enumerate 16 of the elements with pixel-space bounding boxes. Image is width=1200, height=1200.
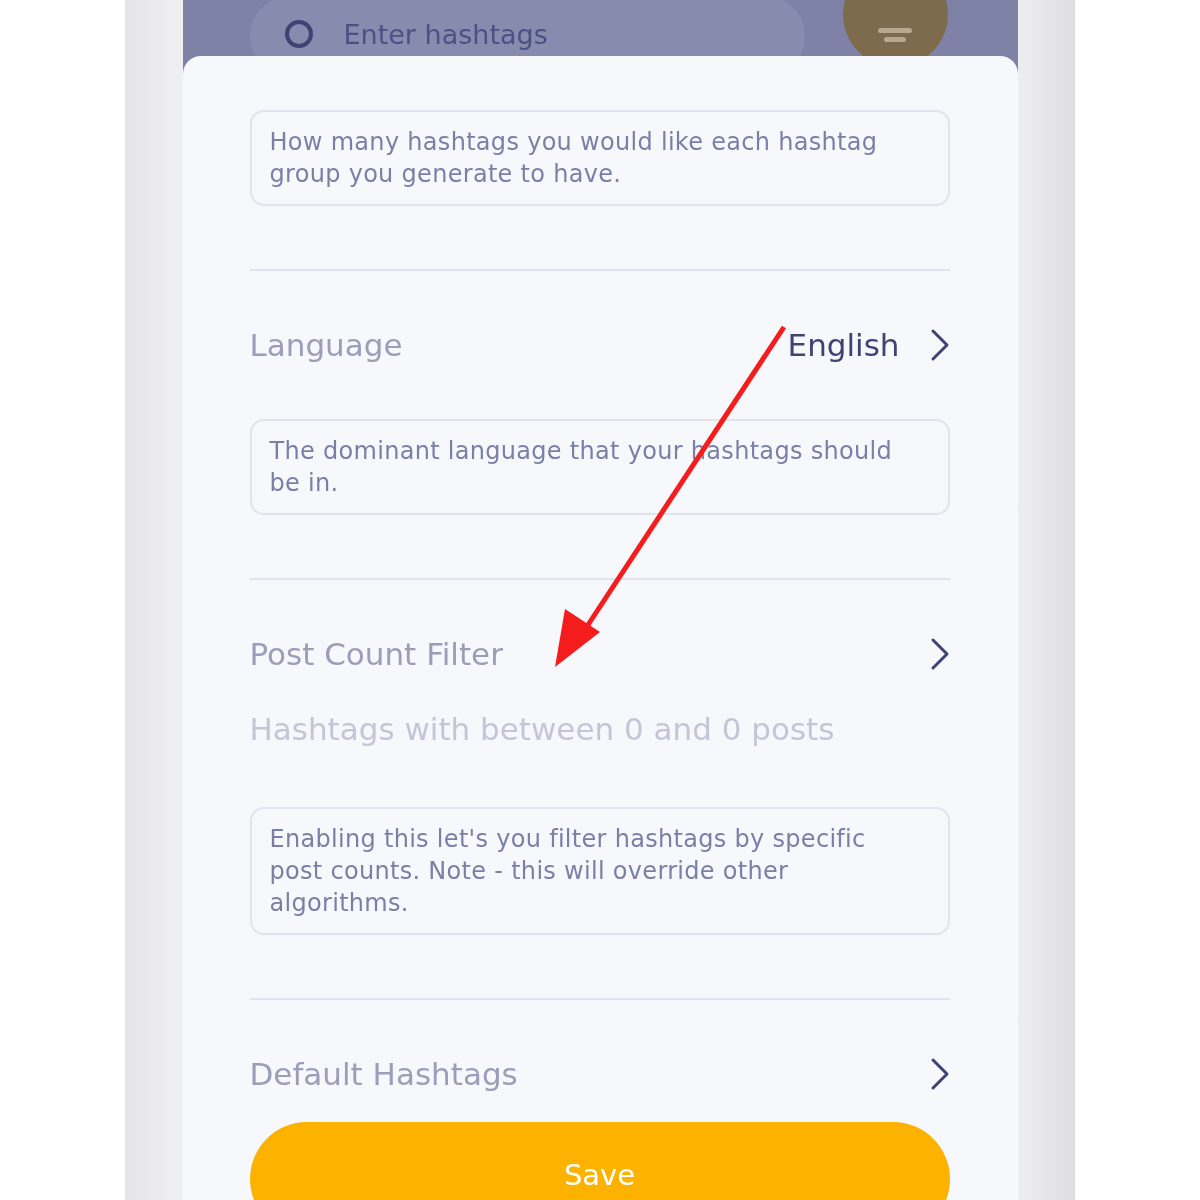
save-button[interactable]: Save [249, 1122, 950, 1200]
settings-row[interactable]: Post Count Filter [249, 624, 950, 684]
chevron-right-icon [929, 637, 950, 671]
setting-label: Default Hashtags [249, 1056, 518, 1092]
chevron-right-icon [929, 1057, 950, 1091]
search-placeholder: Enter hashtags [343, 18, 548, 50]
search-field[interactable]: Enter hashtags [249, 0, 805, 56]
settings-row[interactable]: Default Hashtags [249, 1044, 950, 1104]
filter-icon [878, 28, 912, 42]
description-box: Enabling this let's you filter hashtags by specific post counts. Note - this will override other algorithms. [249, 807, 950, 935]
settings-row[interactable]: Language English [249, 315, 950, 375]
setting-label: Language [249, 327, 403, 363]
setting-label: Post Count Filter [249, 636, 503, 672]
setting-value: English [787, 327, 900, 363]
description-box: How many hashtags you would like each hashtag group you generate to have. [249, 110, 950, 206]
chevron-right-icon [929, 328, 950, 362]
